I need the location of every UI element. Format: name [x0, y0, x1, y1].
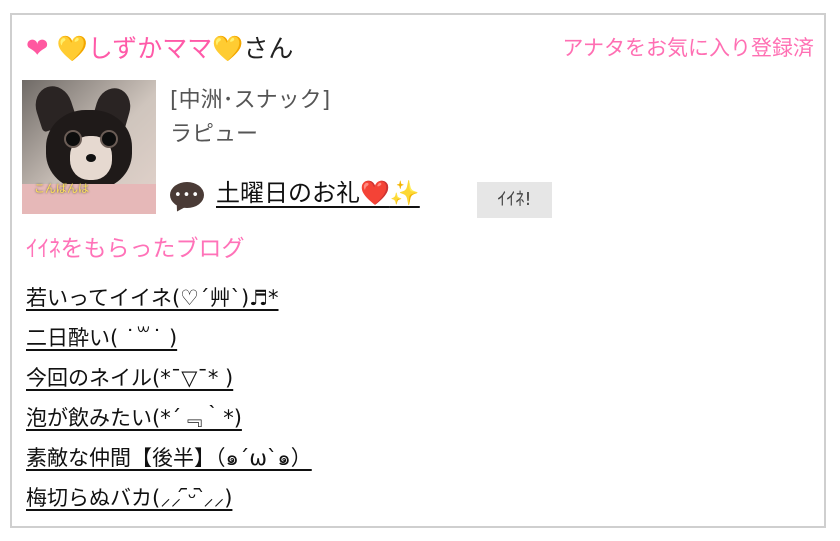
heart-icon: ❤ — [26, 33, 49, 64]
blog-like-card: ❤ 💛しずかママ💛さん アナタをお気に入り登録済 こんばんは [中洲･スナック]… — [10, 13, 826, 528]
blog-link[interactable]: 今回のネイル(*¯▽¯* ) — [26, 366, 233, 390]
user-name-line: ❤ 💛しずかママ💛さん — [26, 31, 293, 67]
avatar-dog-eye — [102, 132, 116, 146]
username[interactable]: しずかママ — [88, 34, 213, 63]
list-item: 今回のネイル(*¯▽¯* ) — [26, 363, 312, 403]
list-item: 二日酔い( ˙꒳˙ ) — [26, 323, 312, 363]
gold-heart-icon: 💛 — [212, 34, 244, 63]
list-item: 若いってイイネ(♡´艸`)♬* — [26, 283, 312, 323]
shop-name[interactable]: ラピュー — [170, 120, 258, 150]
sparkles-icon: ✨ — [389, 179, 420, 207]
blog-link[interactable]: 素敵な仲間【後半】（๑´ω`๑） — [26, 446, 312, 470]
shop-category: [中洲･スナック] — [170, 88, 331, 113]
favorite-status-link[interactable]: アナタをお気に入り登録済 — [562, 33, 814, 63]
avatar-caption: こんばんは — [34, 182, 89, 195]
liked-blogs-title: ｲｲﾈをもらったブログ — [26, 236, 245, 262]
post-title: 土曜日のお礼 — [216, 179, 360, 207]
profile-section: こんばんは [中洲･スナック] ラピュー ••• 土曜日のお礼❤️✨ ｲｲﾈ! — [22, 80, 802, 218]
liked-blogs-list: 若いってイイネ(♡´艸`)♬* 二日酔い( ˙꒳˙ ) 今回のネイル(*¯▽¯*… — [26, 283, 312, 523]
blog-link[interactable]: 梅切らぬバカ(⸝⸝ ᷇ᵕ ᷆⸝⸝) — [26, 486, 232, 510]
heart-emoji-icon: ❤️ — [360, 179, 390, 207]
blog-link[interactable]: 二日酔い( ˙꒳˙ ) — [26, 326, 177, 350]
list-item: 梅切らぬバカ(⸝⸝ ᷇ᵕ ᷆⸝⸝) — [26, 483, 312, 523]
speech-bubble-icon: ••• — [170, 182, 204, 208]
list-item: 素敵な仲間【後半】（๑´ω`๑） — [26, 443, 312, 483]
avatar-dog-nose — [86, 154, 96, 162]
avatar[interactable]: こんばんは — [22, 80, 156, 214]
blog-link[interactable]: 若いってイイネ(♡´艸`)♬* — [26, 286, 279, 310]
post-title-link[interactable]: 土曜日のお礼❤️✨ — [216, 176, 420, 210]
list-item: 泡が飲みたい(*´﹃｀*) — [26, 403, 312, 443]
avatar-dog-eye — [66, 132, 80, 146]
card-header: ❤ 💛しずかママ💛さん アナタをお気に入り登録済 — [26, 29, 814, 69]
username-suffix: さん — [243, 34, 294, 63]
like-button[interactable]: ｲｲﾈ! — [477, 182, 552, 218]
gold-heart-icon: 💛 — [56, 34, 88, 63]
blog-link[interactable]: 泡が飲みたい(*´﹃｀*) — [26, 406, 242, 430]
